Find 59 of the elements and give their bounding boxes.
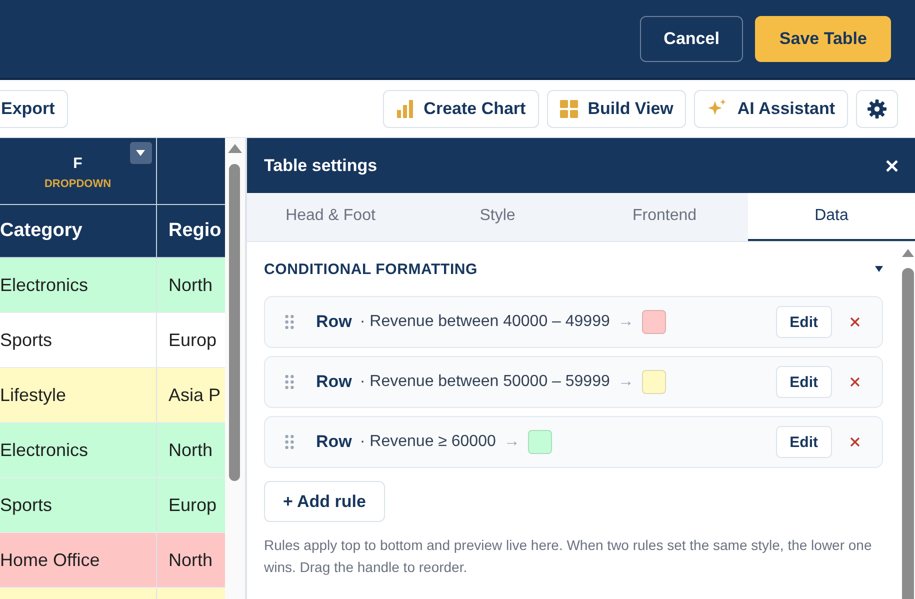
delete-icon[interactable] xyxy=(850,437,860,447)
close-icon[interactable] xyxy=(886,160,898,172)
table-cell-text: Europ xyxy=(168,494,217,514)
delete-icon[interactable] xyxy=(850,317,860,327)
column-letter: F xyxy=(73,154,82,172)
table-cell: Sports xyxy=(0,330,52,350)
cancel-button[interactable]: Cancel xyxy=(640,16,744,62)
panel-title: Table settings xyxy=(264,156,378,176)
scroll-up-icon[interactable] xyxy=(228,144,242,153)
rule-scope: Row xyxy=(316,372,352,392)
table-cell: Electronics xyxy=(0,440,88,460)
column-name: Regio xyxy=(168,220,222,241)
edit-button[interactable]: Edit xyxy=(776,366,832,398)
drag-handle-icon[interactable] xyxy=(285,435,294,449)
table-cell-text: North xyxy=(168,440,213,460)
table-cell: Home Office xyxy=(0,550,100,570)
rule-scope: Row xyxy=(316,432,352,452)
export-button[interactable]: Export xyxy=(0,90,68,128)
add-rule-button[interactable]: + Add rule xyxy=(264,481,385,522)
grid-icon xyxy=(560,100,578,118)
rule-condition: · Revenue between 50000 – 59999 xyxy=(360,373,610,391)
save-button[interactable]: Save Table xyxy=(755,16,891,62)
column-type: DROPDOWN xyxy=(44,178,112,190)
table-cell: Lifestyle xyxy=(0,384,66,404)
table-cell: Electronics xyxy=(0,274,88,294)
scroll-up-icon[interactable] xyxy=(902,249,914,257)
toolbar-button[interactable]: Create Chart xyxy=(382,90,539,128)
rule-scope: Row xyxy=(316,312,352,332)
tab[interactable]: Frontend xyxy=(581,193,748,241)
drag-handle-icon[interactable] xyxy=(285,375,294,389)
arrow: → xyxy=(618,373,634,391)
section-title: CONDITIONAL FORMATTING xyxy=(264,260,478,278)
edit-button[interactable]: Edit xyxy=(776,306,832,338)
bar-chart-icon xyxy=(396,100,414,118)
table-cell-text: North xyxy=(168,274,213,294)
table-cell-text: Asia P xyxy=(168,384,221,404)
edit-button[interactable]: Edit xyxy=(776,426,832,458)
caret-icon xyxy=(136,150,145,156)
arrow: → xyxy=(618,313,634,331)
caret-icon[interactable] xyxy=(875,266,883,272)
delete-icon[interactable] xyxy=(850,377,860,387)
tab[interactable]: Data xyxy=(748,193,915,241)
table-cell-text: Europ xyxy=(168,330,217,350)
column-name: Category xyxy=(0,220,82,241)
help-text: Rules apply top to bottom and preview live here. When two rules set the same style, the lower one wins. Drag the handle to reorder. xyxy=(264,536,873,577)
rule-condition: · Revenue ≥ 60000 xyxy=(360,433,496,451)
tab[interactable]: Style xyxy=(414,193,581,241)
drag-handle-icon[interactable] xyxy=(285,315,294,329)
rule-condition: · Revenue between 40000 – 49999 xyxy=(360,313,610,331)
table-cell: Sports xyxy=(0,494,52,514)
table-cell-text: North xyxy=(168,550,213,570)
toolbar-button[interactable]: AI Assistant xyxy=(694,90,848,128)
tab[interactable]: Head & Foot xyxy=(247,193,414,241)
toolbar-button[interactable]: Build View xyxy=(546,90,686,128)
arrow: → xyxy=(504,433,520,451)
column-menu-button[interactable] xyxy=(130,142,152,164)
scrollbar[interactable] xyxy=(225,138,247,599)
settings-button[interactable] xyxy=(856,90,898,128)
settings-icon xyxy=(867,98,887,118)
